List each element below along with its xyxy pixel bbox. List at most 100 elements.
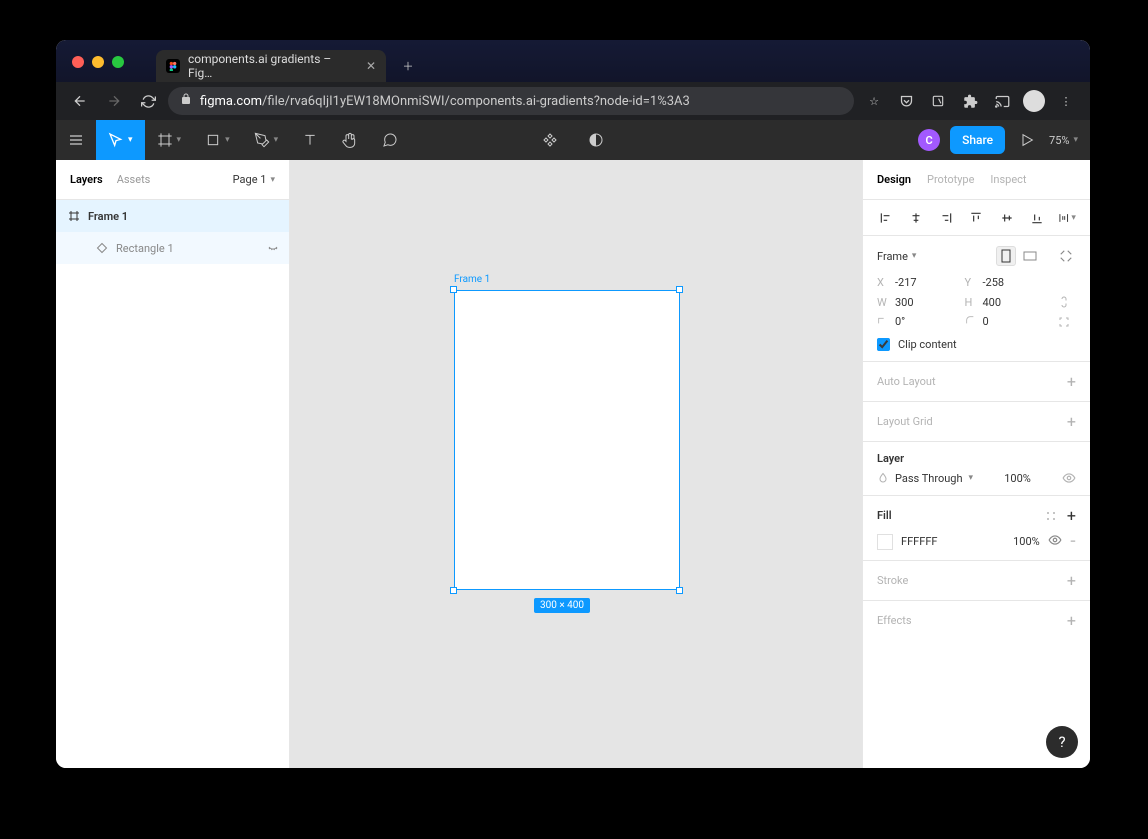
reader-icon[interactable] xyxy=(924,87,952,115)
shape-tool[interactable]: ▾ xyxy=(193,120,242,160)
effects-section-label: Effects xyxy=(877,614,912,627)
frame-tool[interactable]: ▾ xyxy=(145,120,194,160)
orientation-landscape[interactable] xyxy=(1020,246,1040,266)
address-bar[interactable]: figma.com/file/rva6qIjI1yEW18MOnmiSWI/co… xyxy=(168,87,854,115)
zoom-dropdown[interactable]: 75%▾ xyxy=(1049,134,1078,147)
fill-hex-field[interactable]: FFFFFF xyxy=(901,535,937,548)
canvas-frame[interactable] xyxy=(454,290,680,590)
layer-section-label: Layer xyxy=(877,452,904,465)
y-field[interactable]: Y-258 xyxy=(965,276,1045,289)
right-panel: Design Prototype Inspect ▾ Frame▾ xyxy=(862,160,1090,768)
alignment-row: ▾ xyxy=(863,200,1090,236)
corner-radius-field[interactable]: 0 xyxy=(965,315,1045,328)
frame-section: Frame▾ X-217 Y-258 W300 H400 0° xyxy=(863,236,1090,362)
width-field[interactable]: W300 xyxy=(877,296,957,309)
align-left-icon[interactable] xyxy=(877,209,895,227)
reload-button[interactable] xyxy=(134,87,162,115)
minimize-window-button[interactable] xyxy=(92,56,104,68)
profile-avatar[interactable] xyxy=(1020,87,1048,115)
frame-type-dropdown[interactable]: Frame▾ xyxy=(877,250,916,263)
fill-style-icon[interactable] xyxy=(1045,510,1057,522)
mask-tool[interactable] xyxy=(576,120,616,160)
layer-row-rectangle[interactable]: Rectangle 1 xyxy=(56,232,289,264)
resize-handle-br[interactable] xyxy=(676,587,683,594)
tab-design[interactable]: Design xyxy=(877,173,911,186)
tab-prototype[interactable]: Prototype xyxy=(927,173,974,186)
move-tool[interactable]: ▾ xyxy=(96,120,145,160)
toolbar-right: C Share 75%▾ xyxy=(918,120,1090,160)
layer-name: Frame 1 xyxy=(88,210,128,223)
dimensions-badge: 300 × 400 xyxy=(534,598,590,613)
new-tab-button[interactable]: ＋ xyxy=(396,54,420,78)
orientation-portrait[interactable] xyxy=(996,246,1016,266)
layer-opacity-field[interactable]: 100% xyxy=(1004,472,1031,485)
resize-to-fit-icon[interactable] xyxy=(1056,246,1076,266)
resize-handle-bl[interactable] xyxy=(450,587,457,594)
url-text: figma.com/file/rva6qIjI1yEW18MOnmiSWI/co… xyxy=(200,94,690,109)
canvas-frame-label[interactable]: Frame 1 xyxy=(454,274,490,285)
add-auto-layout-button[interactable]: + xyxy=(1067,372,1076,391)
share-button[interactable]: Share xyxy=(950,126,1005,154)
main-menu-button[interactable] xyxy=(56,120,96,160)
clip-content-input[interactable] xyxy=(877,338,890,351)
frame-icon xyxy=(68,210,80,222)
help-button[interactable]: ? xyxy=(1046,726,1078,758)
browser-tab[interactable]: components.ai gradients – Fig… ✕ xyxy=(156,50,386,82)
clip-content-checkbox[interactable]: Clip content xyxy=(877,338,1076,351)
resize-handle-tl[interactable] xyxy=(450,286,457,293)
close-tab-icon[interactable]: ✕ xyxy=(366,59,376,73)
canvas[interactable]: Frame 1 300 × 400 xyxy=(290,160,862,768)
add-layout-grid-button[interactable]: + xyxy=(1067,412,1076,431)
add-stroke-button[interactable]: + xyxy=(1067,571,1076,590)
close-window-button[interactable] xyxy=(72,56,84,68)
window-controls xyxy=(72,56,124,68)
remove-fill-button[interactable]: − xyxy=(1070,535,1076,548)
auto-layout-section: Auto Layout+ xyxy=(863,362,1090,402)
distribute-icon[interactable]: ▾ xyxy=(1058,209,1076,227)
x-field[interactable]: X-217 xyxy=(877,276,957,289)
hand-tool[interactable] xyxy=(330,120,370,160)
text-tool[interactable] xyxy=(290,120,330,160)
align-vcenter-icon[interactable] xyxy=(998,209,1016,227)
comment-tool[interactable] xyxy=(370,120,410,160)
hidden-icon[interactable] xyxy=(267,241,279,256)
resize-handle-tr[interactable] xyxy=(676,286,683,293)
extensions-icon[interactable] xyxy=(956,87,984,115)
align-right-icon[interactable] xyxy=(937,209,955,227)
constrain-proportions-icon[interactable] xyxy=(1052,295,1076,309)
independent-corners-icon[interactable] xyxy=(1052,316,1076,328)
figma-favicon xyxy=(166,59,180,73)
blend-mode-dropdown[interactable]: Pass Through▾ xyxy=(877,472,973,485)
back-button[interactable] xyxy=(66,87,94,115)
layer-row-frame[interactable]: Frame 1 xyxy=(56,200,289,232)
cast-icon[interactable] xyxy=(988,87,1016,115)
pen-tool[interactable]: ▾ xyxy=(242,120,291,160)
browser-menu-icon[interactable]: ⋮ xyxy=(1052,87,1080,115)
fill-visibility-icon[interactable] xyxy=(1048,533,1062,550)
add-effect-button[interactable]: + xyxy=(1067,611,1076,630)
tab-assets[interactable]: Assets xyxy=(117,173,151,186)
user-avatar[interactable]: C xyxy=(918,129,940,151)
forward-button[interactable] xyxy=(100,87,128,115)
figma-toolbar: ▾ ▾ ▾ ▾ C Share 75%▾ xyxy=(56,120,1090,160)
add-fill-button[interactable]: + xyxy=(1067,506,1076,525)
rotation-field[interactable]: 0° xyxy=(877,315,957,328)
height-field[interactable]: H400 xyxy=(965,296,1045,309)
components-tool[interactable] xyxy=(530,120,570,160)
align-hcenter-icon[interactable] xyxy=(907,209,925,227)
fill-swatch[interactable] xyxy=(877,534,893,550)
page-dropdown[interactable]: Page 1▾ xyxy=(233,173,275,186)
tab-layers[interactable]: Layers xyxy=(70,173,103,186)
tab-inspect[interactable]: Inspect xyxy=(990,173,1026,186)
browser-chrome: components.ai gradients – Fig… ✕ ＋ figma… xyxy=(56,40,1090,120)
fill-opacity-field[interactable]: 100% xyxy=(1013,535,1040,548)
align-bottom-icon[interactable] xyxy=(1028,209,1046,227)
tab-title: components.ai gradients – Fig… xyxy=(188,52,358,80)
bookmark-icon[interactable]: ☆ xyxy=(860,87,888,115)
maximize-window-button[interactable] xyxy=(112,56,124,68)
layer-visibility-icon[interactable] xyxy=(1062,471,1076,485)
pocket-icon[interactable] xyxy=(892,87,920,115)
align-top-icon[interactable] xyxy=(967,209,985,227)
app-window: components.ai gradients – Fig… ✕ ＋ figma… xyxy=(56,40,1090,768)
present-button[interactable] xyxy=(1015,120,1039,160)
